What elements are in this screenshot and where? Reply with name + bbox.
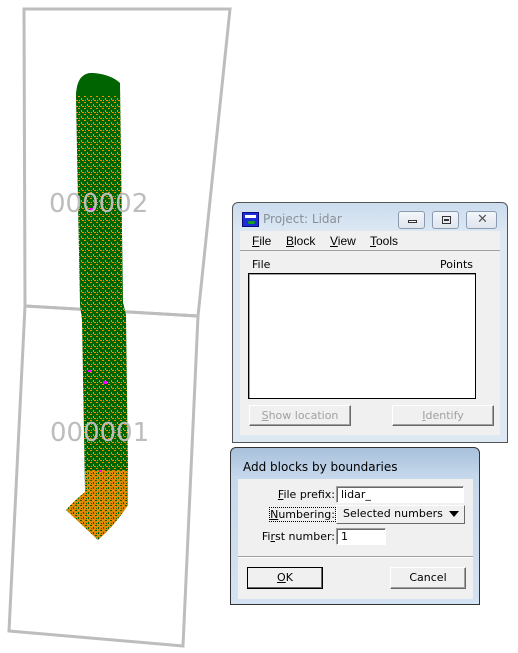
- menu-tools[interactable]: Tools: [370, 234, 398, 248]
- show-location-label: how location: [268, 409, 339, 422]
- menu-file-label: ile: [259, 234, 272, 248]
- menu-view-mnemonic: V: [330, 234, 338, 248]
- project-window: Project: Lidar ✕ File Block View Tools F…: [232, 202, 508, 443]
- block-boundary-000002[interactable]: [22, 7, 232, 318]
- block-label-000002: 000002: [49, 189, 148, 219]
- dialog-client-area: File prefix: lidar_ Numbering: Selected …: [238, 479, 473, 599]
- maximize-icon: [442, 216, 451, 224]
- menu-view-label: iew: [337, 234, 356, 248]
- app-icon: [242, 212, 259, 227]
- window-title: Project: Lidar: [263, 212, 342, 226]
- ok-label: K: [285, 571, 293, 584]
- numbering-selected-value: Selected numbers: [343, 507, 443, 520]
- first-number-label-text: st number:: [275, 530, 335, 543]
- ok-mnemonic: O: [277, 571, 286, 584]
- numbering-label: Numbering:: [269, 507, 336, 522]
- dialog-separator: [238, 556, 473, 558]
- dropdown-arrow-icon: [449, 511, 459, 517]
- project-titlebar[interactable]: Project: Lidar ✕: [233, 203, 507, 231]
- numbering-dropdown[interactable]: Selected numbers: [336, 505, 465, 524]
- maximize-button[interactable]: [432, 211, 459, 229]
- menu-block-mnemonic: B: [286, 234, 295, 248]
- show-location-mnemonic: S: [261, 409, 269, 422]
- close-icon: ✕: [477, 212, 488, 227]
- cancel-button[interactable]: Cancel: [390, 567, 466, 589]
- column-header-points: Points: [440, 258, 474, 271]
- file-prefix-label: File prefix:: [278, 488, 335, 501]
- ok-button[interactable]: OK: [247, 567, 323, 589]
- menu-block-label: lock: [294, 234, 316, 248]
- identify-button[interactable]: Identify: [392, 405, 494, 426]
- lidar-point-strip: [66, 73, 128, 540]
- column-header-file: File: [252, 258, 271, 271]
- menu-block[interactable]: Block: [286, 234, 315, 248]
- block-label-000001: 000001: [50, 418, 149, 448]
- file-list[interactable]: [248, 273, 476, 399]
- minimize-button[interactable]: [398, 211, 425, 229]
- identify-label: dentify: [425, 409, 464, 422]
- menu-bar: File Block View Tools: [240, 231, 500, 251]
- first-number-input[interactable]: 1: [336, 528, 386, 545]
- show-location-button[interactable]: Show location: [249, 405, 351, 426]
- file-prefix-input[interactable]: lidar_: [336, 486, 464, 503]
- close-button[interactable]: ✕: [466, 211, 497, 229]
- menu-tools-label: ools: [376, 234, 399, 248]
- file-prefix-label-text: ile prefix:: [283, 488, 335, 501]
- project-client-area: File Block View Tools File Points Show l…: [240, 231, 500, 435]
- dialog-title: Add blocks by boundaries: [243, 460, 398, 474]
- menu-view[interactable]: View: [330, 234, 356, 248]
- add-blocks-dialog: Add blocks by boundaries File prefix: li…: [230, 447, 480, 605]
- minimize-icon: [408, 220, 417, 223]
- menu-file[interactable]: File: [252, 234, 271, 248]
- numbering-label-text: umbering:: [278, 508, 335, 521]
- first-number-label: First number:: [262, 530, 335, 543]
